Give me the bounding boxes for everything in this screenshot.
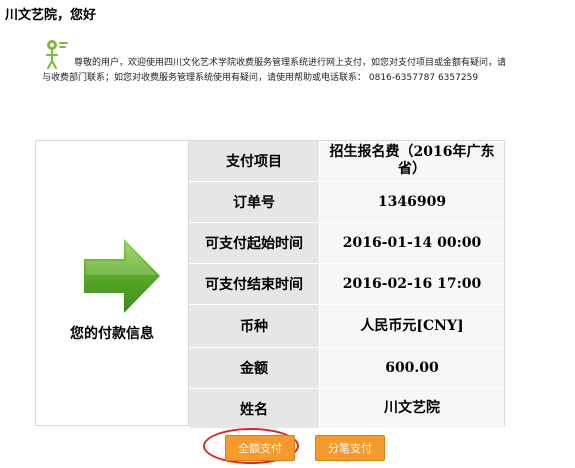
payment-info-table: 您的付款信息 支付项目 招生报名费（2016年广东省） 订单号 1346909 … [35, 140, 505, 428]
row-label: 姓名 [189, 389, 320, 428]
green-arrow-right-icon [84, 239, 160, 313]
notice-line-2: 与收费部门联系；如您对收费服务管理系统使用有疑问，请使用帮助或电话联系： 081… [42, 73, 479, 83]
table-row: 币种 人民币元[CNY] [189, 305, 504, 348]
table-row: 金额 600.00 [189, 348, 504, 389]
full-payment-button[interactable]: 全额支付 [225, 435, 295, 461]
table-row: 支付项目 招生报名费（2016年广东省） [189, 141, 504, 182]
table-row: 可支付起始时间 2016-01-14 00:00 [189, 223, 504, 264]
row-value: 1346909 [320, 182, 504, 222]
row-value: 招生报名费（2016年广东省） [320, 141, 504, 181]
row-value: 2016-01-14 00:00 [320, 223, 504, 263]
row-value: 人民币元[CNY] [320, 305, 504, 347]
row-label: 支付项目 [189, 141, 320, 181]
row-label: 币种 [189, 305, 320, 347]
table-row: 可支付结束时间 2016-02-16 17:00 [189, 264, 504, 305]
row-label: 订单号 [189, 182, 320, 222]
greeting-text: 川文艺院，您好 [5, 8, 97, 23]
table-row: 姓名 川文艺院 [189, 389, 504, 428]
payment-info-label: 您的付款信息 [70, 326, 154, 342]
split-payment-button[interactable]: 分笔支付 [315, 435, 385, 461]
payment-detail-rows: 支付项目 招生报名费（2016年广东省） 订单号 1346909 可支付起始时间… [189, 141, 504, 428]
row-value: 2016-02-16 17:00 [320, 264, 504, 304]
row-value: 600.00 [320, 348, 504, 388]
row-value: 川文艺院 [320, 389, 504, 428]
notice-line-1: 尊敬的用户，欢迎使用四川文化艺术学院收费服务管理系统进行网上支付，如您对支付项目… [74, 58, 507, 68]
row-label: 金额 [189, 348, 320, 388]
row-label: 可支付起始时间 [189, 223, 320, 263]
row-label: 可支付结束时间 [189, 264, 320, 304]
notice-text: 尊敬的用户，欢迎使用四川文化艺术学院收费服务管理系统进行网上支付，如您对支付项目… [42, 56, 567, 86]
payment-info-label-cell: 您的付款信息 [36, 141, 189, 425]
table-row: 订单号 1346909 [189, 182, 504, 223]
